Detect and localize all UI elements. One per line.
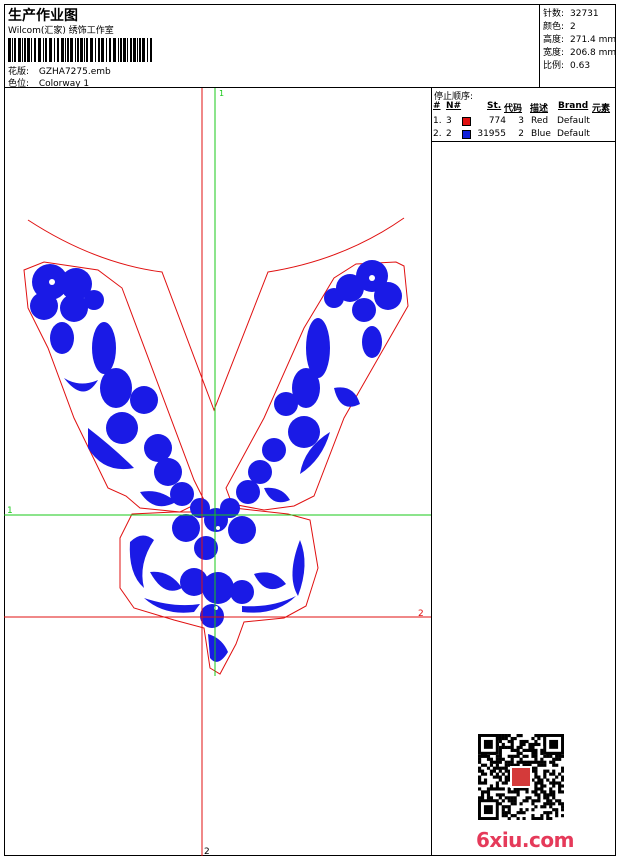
spec-label: 颜色: (543, 22, 565, 32)
col-desc: 描述 (530, 104, 549, 114)
header-info: 生产作业图 Wilcom(汇家) 绣饰工作室 花版: GZHA7275.emb … (4, 4, 540, 89)
col-code: 代码 (504, 104, 523, 114)
barcode (8, 38, 152, 62)
row1-stitches: 774 (488, 116, 506, 126)
row1-index: 1. (433, 116, 442, 126)
qr-code (478, 734, 564, 820)
spec-scale: 比例: 0.63 (543, 58, 590, 71)
col-number: N# (446, 101, 462, 111)
spec-label: 比例: (543, 61, 565, 71)
col-element: 元素 (592, 104, 611, 114)
col-index: # (433, 101, 441, 111)
row2-color-swatch (462, 130, 471, 139)
guide-label-top: 1 (219, 89, 224, 98)
watermark-logo: 6xiu.com (476, 828, 574, 852)
embroidery-left-arm (30, 264, 210, 518)
row1-code: 3 (518, 116, 524, 126)
row1-color-swatch (462, 117, 471, 126)
row2-index: 2. (433, 129, 442, 139)
stop-sequence-panel: 停止顺序: # N# St. 代码 描述 Brand 元素 1. 3 774 3… (432, 88, 616, 856)
row2-brand: Default (557, 129, 590, 139)
spec-width: 宽度: 206.8 mm (543, 45, 616, 58)
embroidery-center-motif (129, 508, 305, 662)
spec-value: 271.4 mm (570, 35, 617, 45)
spec-colors: 颜色: 2 (543, 19, 576, 32)
stop-sequence-table: 停止顺序: # N# St. 代码 描述 Brand 元素 1. 3 774 3… (432, 88, 616, 142)
design-canvas: 1 2 1 2 (4, 88, 432, 856)
row1-desc: Red (531, 116, 549, 126)
row2-stitches: 31955 (477, 129, 506, 139)
spec-value: 2 (570, 22, 576, 32)
spec-label: 宽度: (543, 48, 565, 58)
guide-label-left: 1 (7, 506, 13, 516)
spec-block: 针数: 32731 颜色: 2 高度: 271.4 mm 宽度: 206.8 mm 比例… (540, 4, 616, 88)
row2-desc: Blue (531, 129, 551, 139)
page-title: 生产作业图 (8, 8, 78, 24)
row2-code: 2 (518, 129, 524, 139)
guide-label-bottom: 2 (204, 847, 210, 856)
col-brand: Brand (558, 101, 589, 111)
col-stitches: St. (487, 101, 502, 111)
spec-label: 高度: (543, 35, 565, 45)
row1-num: 3 (446, 116, 452, 126)
company-name: Wilcom(汇家) 绣饰工作室 (8, 26, 114, 36)
spec-label: 针数: (543, 9, 565, 19)
guide-label-right: 2 (418, 609, 424, 619)
embroidery-preview: 1 2 1 2 (4, 88, 431, 856)
row2-num: 2 (446, 129, 452, 139)
spec-value: 206.8 mm (570, 48, 617, 58)
spec-value: 0.63 (570, 61, 591, 71)
spec-height: 高度: 271.4 mm (543, 32, 616, 45)
row1-brand: Default (557, 116, 590, 126)
spec-stitches: 针数: 32731 (543, 6, 599, 19)
embroidery-right-arm (220, 260, 402, 518)
spec-value: 32731 (570, 9, 599, 19)
